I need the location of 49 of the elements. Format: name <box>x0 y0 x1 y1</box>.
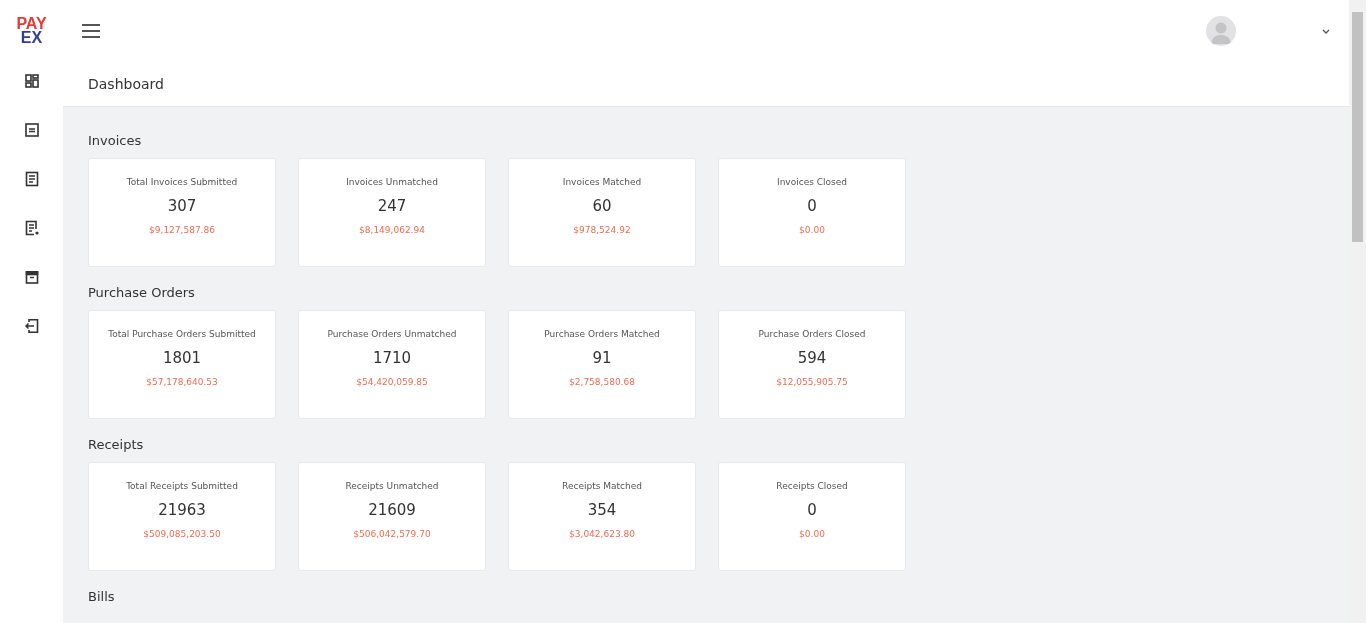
card-count: 1710 <box>372 349 412 367</box>
card-amount: $12,055,905.75 <box>776 377 848 387</box>
card-count: 594 <box>797 349 827 367</box>
card-amount: $0.00 <box>799 529 825 539</box>
card-label: Total Receipts Submitted <box>126 481 238 491</box>
card-amount: $2,758,580.68 <box>569 377 635 387</box>
card-amount: $9,127,587.86 <box>149 225 215 235</box>
section-title: Invoices <box>88 133 143 148</box>
page-title: Dashboard <box>88 76 164 92</box>
card-label: Purchase Orders Unmatched <box>327 329 457 339</box>
card-amount: $57,178,640.53 <box>146 377 218 387</box>
card-amount: $509,085,203.50 <box>143 529 221 539</box>
card-label: Purchase Orders Closed <box>758 329 866 339</box>
card-label: Invoices Unmatched <box>346 177 438 187</box>
card-label: Purchase Orders Matched <box>544 329 660 339</box>
card-amount: $978,524.92 <box>573 225 631 235</box>
card-label: Total Purchase Orders Submitted <box>108 329 256 339</box>
card-count: 307 <box>167 197 197 215</box>
card-count: 91 <box>592 349 612 367</box>
card-amount: $54,420,059.85 <box>356 377 428 387</box>
section-title: Bills <box>88 589 116 604</box>
card-count: 1801 <box>162 349 202 367</box>
section-title: Purchase Orders <box>88 285 196 300</box>
card-count: 60 <box>592 197 612 215</box>
card-count: 247 <box>377 197 407 215</box>
archive-icon <box>23 269 40 285</box>
card-amount: $506,042,579.70 <box>353 529 431 539</box>
card-amount: $0.00 <box>799 225 825 235</box>
card-count: 354 <box>587 501 617 519</box>
menu-icon[interactable] <box>81 23 101 39</box>
card-count: 21963 <box>158 501 206 519</box>
card-label: Invoices Matched <box>562 177 642 187</box>
card-amount: $8,149,062.94 <box>359 225 425 235</box>
section-title: Receipts <box>88 437 145 452</box>
card-label: Receipts Unmatched <box>345 481 439 491</box>
lines-icon <box>23 171 40 187</box>
logout-icon <box>23 318 40 334</box>
doc-icon <box>23 122 40 138</box>
card-label: Total Invoices Submitted <box>126 177 238 187</box>
card-label: Receipts Closed <box>776 481 848 491</box>
grid-icon <box>23 73 40 89</box>
card-count: 21609 <box>368 501 416 519</box>
card-count: 0 <box>807 197 817 215</box>
card-count: 0 <box>807 501 817 519</box>
card-label: Invoices Closed <box>777 177 847 187</box>
scrollbar[interactable] <box>1349 0 1366 623</box>
card-label: Receipts Matched <box>562 481 642 491</box>
logo: PAY EX <box>15 14 48 48</box>
card-amount: $3,042,623.80 <box>569 529 635 539</box>
